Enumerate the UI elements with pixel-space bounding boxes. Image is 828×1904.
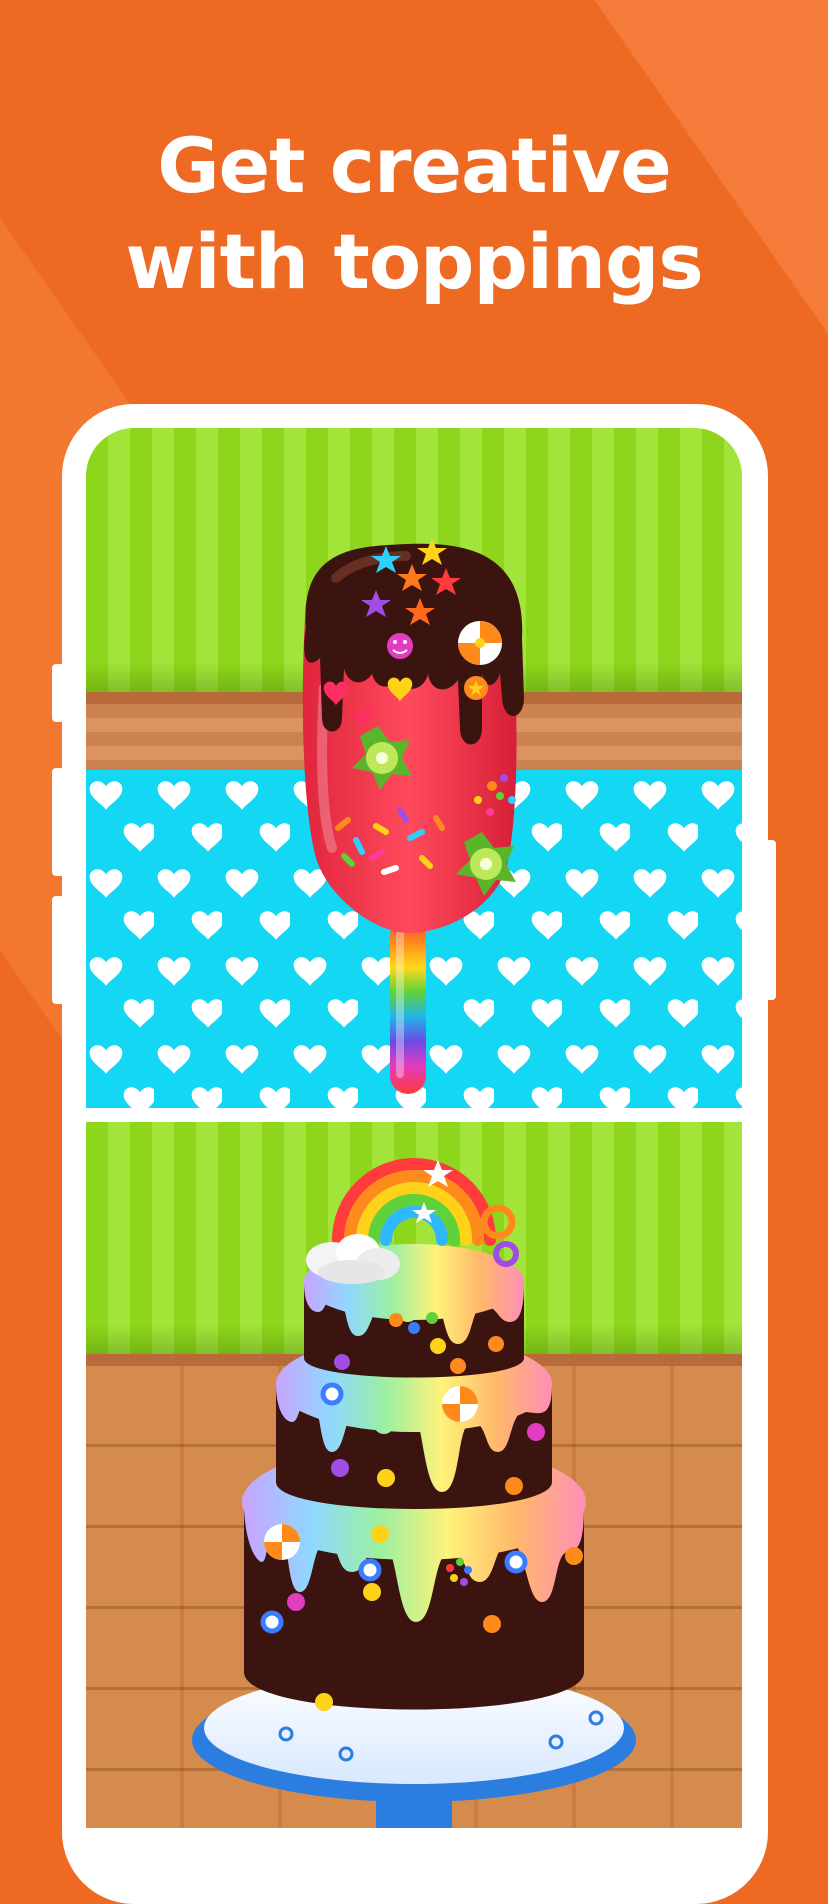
- phone-volume-up-button: [52, 768, 64, 876]
- cake-illustration: [192, 1158, 636, 1828]
- headline-line-1: Get creative: [157, 121, 672, 210]
- popsicle-illustration: [302, 538, 524, 1094]
- popsicle-scene: [86, 428, 742, 1108]
- phone-mute-switch: [52, 664, 64, 722]
- cake-scene: [86, 1122, 742, 1828]
- phone-volume-down-button: [52, 896, 64, 1004]
- panel-divider: [86, 1108, 742, 1122]
- headline: Get creative with toppings: [0, 118, 828, 310]
- headline-line-2: with toppings: [125, 217, 703, 306]
- rainbow-stick-icon: [390, 918, 426, 1094]
- phone-power-button: [764, 840, 776, 1000]
- phone-screen: [86, 428, 742, 1828]
- smiley-candy-icon: [387, 633, 413, 659]
- lollipop-candy-icon: [458, 621, 502, 665]
